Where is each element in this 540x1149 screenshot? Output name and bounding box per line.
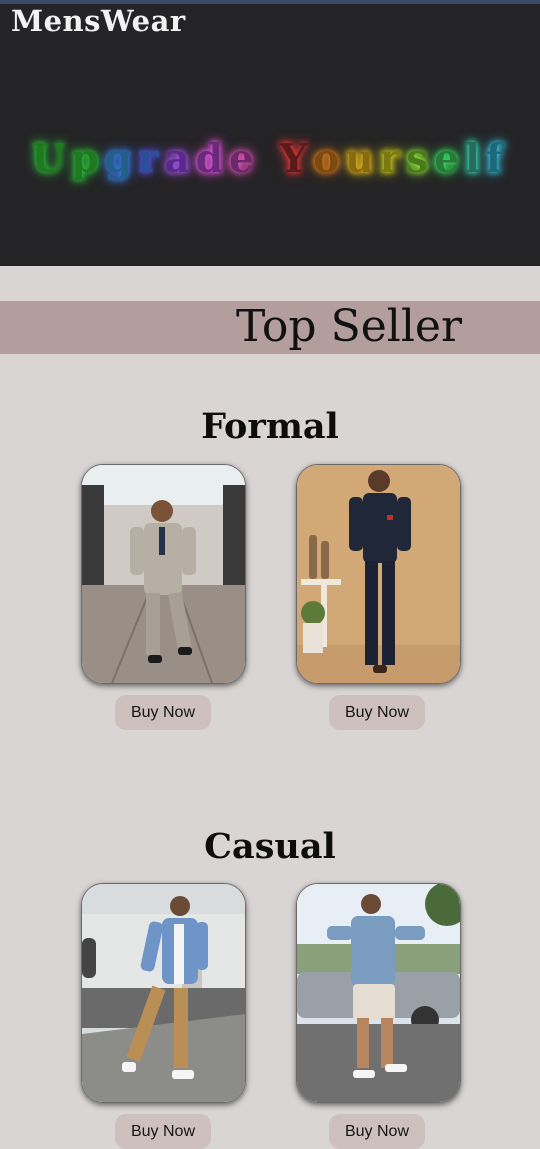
buy-now-button[interactable]: Buy Now bbox=[329, 695, 425, 730]
product-image-formal-1[interactable] bbox=[81, 464, 246, 684]
tagline-letter: g bbox=[104, 136, 138, 182]
buy-now-button[interactable]: Buy Now bbox=[115, 1114, 211, 1149]
product-image-casual-1[interactable] bbox=[81, 883, 246, 1103]
buy-now-button[interactable]: Buy Now bbox=[329, 1114, 425, 1149]
tagline-letter: s bbox=[406, 136, 435, 182]
tagline-letter: e bbox=[434, 136, 466, 182]
tagline-letter: l bbox=[465, 136, 486, 182]
top-seller-title: Top Seller bbox=[236, 301, 462, 352]
section-title-formal: Formal bbox=[201, 406, 339, 447]
tagline-letter: Y bbox=[279, 136, 314, 182]
hero-tagline: Upgrade Yourself bbox=[0, 136, 540, 182]
hero-banner: MensWear Upgrade Yourself bbox=[0, 0, 540, 266]
tagline-letter: r bbox=[379, 136, 407, 182]
tagline-letter: d bbox=[195, 136, 230, 182]
product-image-casual-2[interactable] bbox=[296, 883, 461, 1103]
tagline-letter: f bbox=[485, 136, 509, 182]
tagline-letter: e bbox=[229, 136, 260, 182]
product-image-formal-2[interactable] bbox=[296, 464, 461, 684]
section-title-casual: Casual bbox=[204, 826, 336, 867]
tagline-letter: a bbox=[164, 136, 196, 182]
tagline-letter: p bbox=[71, 136, 105, 182]
tagline-letter: u bbox=[345, 136, 380, 182]
tagline-letter bbox=[260, 136, 280, 182]
buy-now-button[interactable]: Buy Now bbox=[115, 695, 211, 730]
tagline-letter: U bbox=[31, 136, 72, 182]
tagline-letter: r bbox=[137, 136, 165, 182]
tagline-letter: o bbox=[313, 136, 346, 182]
brand-logo[interactable]: MensWear bbox=[11, 4, 186, 38]
